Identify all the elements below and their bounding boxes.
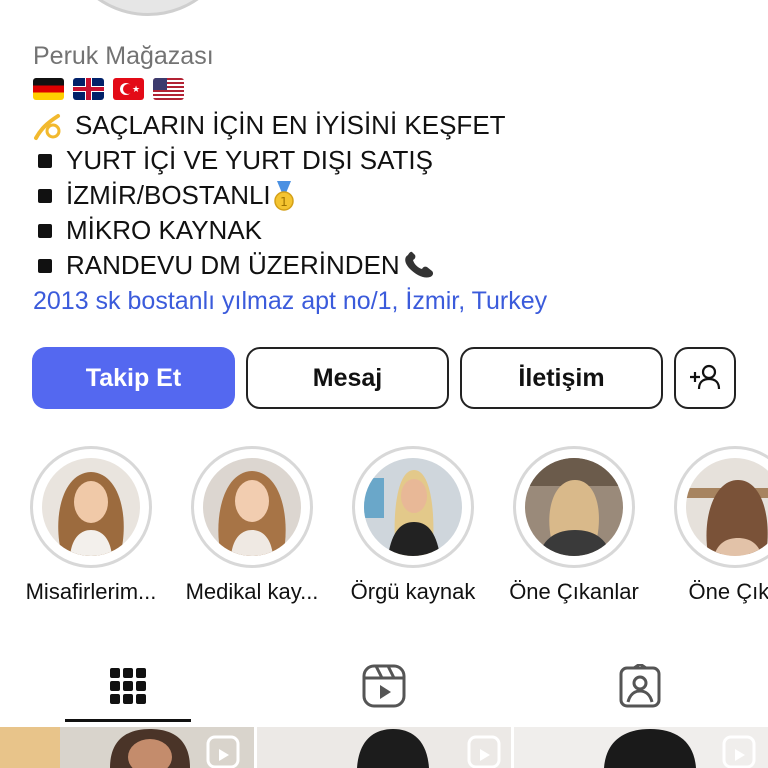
highlight-cover-image [525, 458, 623, 556]
tab-posts-grid[interactable] [0, 650, 256, 722]
highlight-3[interactable]: Örgü kaynak [350, 446, 476, 604]
post-thumbnail[interactable] [514, 727, 768, 768]
uk-flag-icon [73, 78, 104, 100]
medal-icon: 1 [273, 180, 294, 211]
message-button[interactable]: Mesaj [246, 347, 449, 409]
bio-line-5: RANDEVU DM ÜZERİNDEN [33, 250, 438, 281]
flag-row: ★ [33, 78, 184, 100]
highlight-label: Öne Çıka [688, 579, 768, 604]
bio-line-4: MİKRO KAYNAK [33, 215, 262, 246]
usa-flag-icon [153, 78, 184, 100]
black-square-icon [38, 223, 52, 238]
tagged-icon [619, 664, 661, 708]
dizzy-icon [34, 113, 61, 140]
telephone-icon [404, 251, 433, 278]
bio-line-2-text: YURT İÇİ VE YURT DIŞI SATIŞ [66, 145, 433, 175]
bio-line-3-text: İZMİR/BOSTANLI [66, 180, 271, 210]
highlight-label: Örgü kaynak [350, 579, 476, 604]
highlight-label: Misafirlerim... [25, 579, 157, 604]
highlight-cover-image [686, 458, 768, 556]
black-square-icon [38, 188, 52, 203]
contact-button[interactable]: İletişim [460, 347, 663, 409]
bio-line-2: YURT İÇİ VE YURT DIŞI SATIŞ [33, 145, 433, 176]
profile-tab-bar [0, 650, 768, 722]
address-link[interactable]: 2013 sk bostanlı yılmaz apt no/1, İzmir,… [33, 287, 547, 316]
highlight-cover-image [203, 458, 301, 556]
bio-line-1-text: SAÇLARIN İÇİN EN İYİSİNİ KEŞFET [75, 110, 506, 140]
bio-line-3: İZMİR/BOSTANLI 1 [33, 180, 295, 211]
bio-line-5-text: RANDEVU DM ÜZERİNDEN [66, 250, 400, 280]
profile-category: Peruk Mağazası [33, 42, 214, 70]
highlight-4[interactable]: Öne Çıkanlar [509, 446, 639, 604]
tab-reels[interactable] [256, 650, 512, 722]
highlight-cover-image [364, 458, 462, 556]
highlight-5[interactable]: Öne Çıka [672, 446, 768, 604]
post-grid [0, 727, 768, 768]
reels-icon [362, 664, 406, 708]
highlight-2[interactable]: Medikal kay... [186, 446, 318, 604]
highlight-label: Medikal kay... [185, 579, 319, 604]
bio-line-1: SAÇLARIN İÇİN EN İYİSİNİ KEŞFET [33, 110, 506, 141]
black-square-icon [38, 153, 52, 168]
post-thumbnail[interactable] [0, 727, 254, 768]
highlight-label: Öne Çıkanlar [509, 579, 639, 604]
germany-flag-icon [33, 78, 64, 100]
black-square-icon [38, 258, 52, 273]
follow-button[interactable]: Takip Et [32, 347, 235, 409]
highlight-1[interactable]: Misafirlerim... [26, 446, 156, 604]
profile-avatar[interactable] [60, 0, 236, 16]
highlight-cover-image [42, 458, 140, 556]
active-tab-indicator [65, 719, 191, 722]
grid-icon [110, 668, 146, 704]
post-thumbnail[interactable] [257, 727, 511, 768]
add-person-icon [690, 364, 721, 390]
suggested-users-button[interactable] [674, 347, 736, 409]
tab-tagged[interactable] [512, 650, 768, 722]
bio-line-4-text: MİKRO KAYNAK [66, 215, 263, 245]
turkey-flag-icon: ★ [113, 78, 144, 100]
svg-text:1: 1 [280, 195, 288, 209]
